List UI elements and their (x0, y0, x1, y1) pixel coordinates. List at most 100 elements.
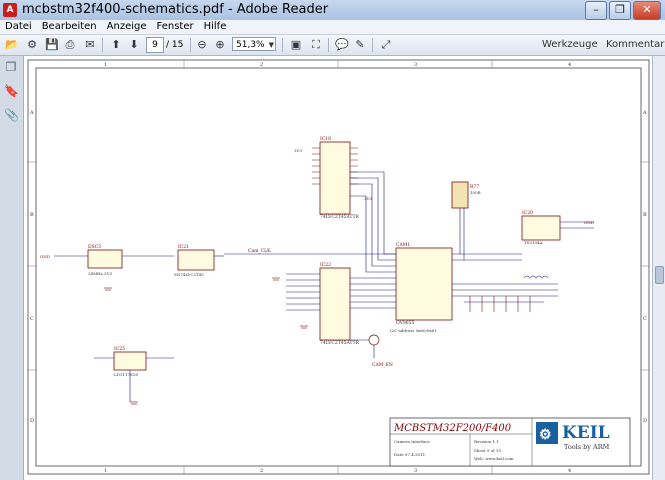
ic18-part: 74LVC2T45ATTR (320, 214, 360, 220)
row-label-a-right: A (642, 110, 647, 116)
adobe-reader-icon: A (3, 3, 17, 17)
ic25-ref: IC25 (114, 346, 125, 352)
ic25-regulator: IC25 LD1117S18 (94, 346, 174, 402)
zoom-select[interactable]: 51,3% ▼ (232, 37, 276, 51)
page-total: / 15 (166, 40, 184, 50)
bus-wires (224, 171, 396, 273)
svg-text:⚙: ⚙ (539, 427, 552, 443)
attachments-panel-icon[interactable]: 📎 (4, 108, 19, 122)
sheet-title: Camera Interface (394, 439, 430, 444)
revision-label: Revision 1.1 (474, 439, 499, 444)
toolbar: 📂 ⚙ 💾 ⎙ ✉ ⬆ ⬇ 9 / 15 ⊖ ⊕ 51,3% ▼ ▣ ⛶ 💬 ✎ … (0, 35, 665, 56)
row-label-d: D (30, 418, 34, 424)
row-label-a: A (29, 110, 34, 116)
gnd-label-left: GND (40, 254, 50, 259)
full-screen-icon[interactable]: ⛶ (308, 37, 324, 53)
col-label-2-bottom: 2 (260, 468, 263, 474)
close-button[interactable]: ✕ (633, 1, 661, 20)
keil-logo-text: KEIL (562, 423, 610, 443)
r77-value: 100R (470, 190, 482, 195)
ic22-part: 74LVC2T45ATTR (320, 340, 360, 346)
read-mode-icon[interactable]: ⤢ (378, 37, 394, 53)
page-number-input[interactable]: 9 (146, 37, 164, 53)
maximize-button[interactable]: ❐ (609, 1, 631, 20)
ic21-part: SN74LVC2T45 (174, 272, 204, 277)
email-icon[interactable]: ✉ (82, 37, 98, 53)
ic20-ref: IC20 (522, 210, 533, 216)
bookmarks-panel-icon[interactable]: 🔖 (4, 84, 19, 98)
gnd-label-right: GND (584, 220, 594, 225)
menu-bearbeiten[interactable]: Bearbeiten (37, 20, 102, 34)
highlight-icon[interactable]: ✎ (352, 37, 368, 53)
col-label-3-bottom: 3 (414, 468, 417, 474)
window-title: mcbstm32f400-schematics.pdf - Adobe Read… (22, 2, 329, 17)
ic22-buffer: IC22 74LVC2T45ATTR (286, 262, 396, 346)
oscillator-dsc3: DSC3 24MHz 3V3 (54, 244, 174, 276)
row-label-b-right: B (643, 212, 647, 218)
zoom-in-icon[interactable]: ⊕ (212, 37, 228, 53)
comment-icon[interactable]: 💬 (334, 37, 350, 53)
ic21-level-shifter: IC21 SN74LVC2T45 Cam_CLK (174, 244, 271, 277)
menu-bar: Datei Bearbeiten Anzeige Fenster Hilfe (0, 20, 665, 35)
row-label-c: C (30, 316, 34, 322)
navigation-pane: ❐ 🔖 📎 (0, 56, 24, 480)
pdf-page: 1 2 3 4 1 2 3 4 A B C D A B C D IC18 74L… (24, 56, 653, 480)
tools-button[interactable]: Werkzeuge (542, 38, 598, 52)
next-page-icon[interactable]: ⬇ (126, 37, 142, 53)
cam-enable-transistor: CAM_EN (350, 334, 393, 368)
menu-hilfe[interactable]: Hilfe (199, 20, 232, 34)
prev-page-icon[interactable]: ⬆ (108, 37, 124, 53)
web-address: Web: www.keil.com (474, 456, 514, 461)
v33-label-top: 3V3 (294, 148, 302, 153)
schematic-title: MCBSTM32F200/F400 (393, 423, 512, 434)
schematic-drawing: 1 2 3 4 1 2 3 4 A B C D A B C D IC18 74L… (27, 59, 650, 475)
col-label-1: 1 (104, 62, 107, 68)
keil-logo-sub: Tools by ARM (564, 443, 610, 451)
title-bar: A mcbstm32f400-schematics.pdf - Adobe Re… (0, 0, 665, 21)
menu-fenster[interactable]: Fenster (152, 20, 199, 34)
cam-clk-label: Cam_CLK (248, 248, 271, 254)
ic20-part: TS3104A (524, 240, 543, 245)
ic18-ref: IC18 (320, 136, 331, 142)
ic25-part: LD1117S18 (114, 372, 138, 377)
col-label-1-bottom: 1 (104, 468, 107, 474)
row-label-d-right: D (643, 418, 647, 424)
cam-part: OV9655 (396, 320, 414, 326)
ic22-ref: IC22 (320, 262, 331, 268)
zoom-value: 51,3% (236, 40, 265, 50)
document-view: 1 2 3 4 1 2 3 4 A B C D A B C D IC18 74L… (24, 56, 653, 480)
ic20-switch: IC20 TS3104A (521, 210, 594, 245)
settings-icon[interactable]: ⚙ (24, 37, 40, 53)
cam-en-label: CAM_EN (372, 362, 393, 368)
v33-label-mid: 3V3 (364, 196, 372, 201)
dsc3-part: 24MHz 3V3 (88, 271, 112, 276)
dsc3-ref: DSC3 (88, 244, 101, 250)
sheet-date: Date 07.4.2011 (394, 452, 425, 457)
cam-i2c-note: I2C address 0x60/0x61 (390, 328, 437, 333)
fit-page-icon[interactable]: ▣ (288, 37, 304, 53)
col-label-2: 2 (260, 62, 263, 68)
col-label-3: 3 (414, 62, 417, 68)
comment-button[interactable]: Kommentar (606, 38, 664, 52)
print-icon[interactable]: ⎙ (62, 37, 78, 53)
scrollbar-thumb[interactable] (655, 266, 664, 284)
col-label-4: 4 (568, 62, 571, 68)
sheet-number: Sheet 9 of 15 (474, 448, 501, 453)
vertical-scrollbar[interactable] (652, 56, 665, 480)
chevron-down-icon: ▼ (268, 41, 274, 49)
pages-panel-icon[interactable]: ❐ (4, 60, 18, 74)
save-icon[interactable]: 💾 (44, 37, 60, 53)
menu-datei[interactable]: Datei (0, 20, 37, 34)
ic21-ref: IC21 (178, 244, 189, 250)
cam-ref: CAM1 (396, 242, 410, 248)
zoom-out-icon[interactable]: ⊖ (194, 37, 210, 53)
row-label-b: B (30, 212, 34, 218)
open-icon[interactable]: 📂 (4, 37, 20, 53)
r77-resistors: R77 100R (451, 181, 482, 260)
camera-module: CAM1 OV9655 I2C address 0x60/0x61 (390, 242, 558, 333)
minimize-button[interactable]: – (585, 1, 607, 20)
power-filter (464, 275, 549, 312)
row-label-c-right: C (643, 316, 647, 322)
menu-anzeige[interactable]: Anzeige (102, 20, 152, 34)
col-label-4-bottom: 4 (568, 468, 571, 474)
